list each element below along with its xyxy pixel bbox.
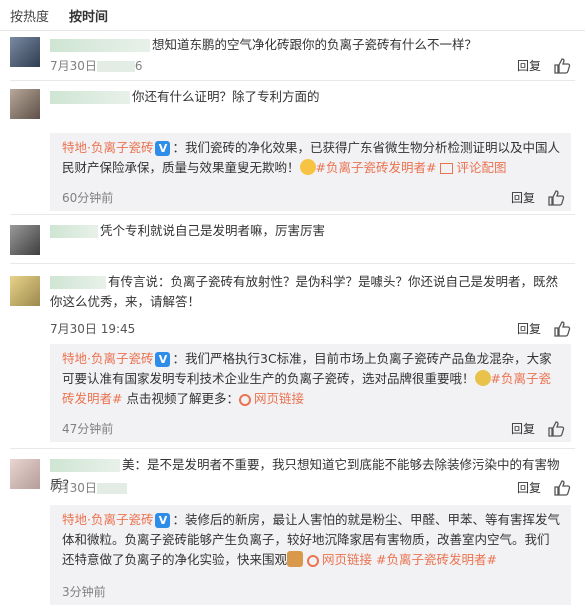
reply-button[interactable]: 回复 (517, 320, 541, 337)
author-reply: 特地·负离子瓷砖 V ：我们瓷砖的净化效果，已获得广东省微生物分析检测证明以及中国人… (50, 133, 571, 211)
link-icon (307, 555, 319, 567)
web-link[interactable]: 网页链接 (238, 391, 304, 406)
like-button[interactable] (553, 57, 571, 74)
reply-author[interactable]: 特地·负离子瓷砖 (62, 512, 153, 527)
reply-button[interactable]: 回复 (511, 189, 535, 206)
comment-text: 你还有什么证明？除了专利方面的 (132, 89, 320, 104)
username-tail: 美 (122, 457, 135, 472)
avatar[interactable] (10, 89, 40, 119)
comment-body: 有传言说：负离子瓷砖有放射性？是伪科学？是噱头？你还说自己是发明者，既然你这么优… (50, 272, 567, 312)
emoji-icon (299, 159, 316, 175)
author-reply: 特地·负离子瓷砖 V ：装修后的新房，最让人害怕的就是粉尘、甲醛、甲苯、等有害挥发气… (50, 505, 571, 605)
thumb-up-icon (548, 189, 565, 206)
comment-item: 你还有什么证明？除了专利方面的 特地·负离子瓷砖 V ：我们瓷砖的净化效果，已获得广… (0, 81, 585, 211)
comment-text: 凭个专利就说自己是发明者嘛，厉害厉害 (100, 223, 326, 238)
reply-time: 3分钟前 (62, 585, 106, 599)
thumb-up-icon (548, 420, 565, 437)
avatar[interactable] (10, 276, 40, 306)
avatar[interactable] (10, 37, 40, 67)
reply-button[interactable]: 回复 (517, 479, 541, 496)
username-blurred[interactable] (50, 459, 120, 472)
comment-body: 想知道东鹏的空气净化砖跟你的负离子瓷砖有什么不一样？ (50, 35, 567, 55)
username-blurred[interactable] (50, 276, 106, 289)
tab-by-hot[interactable]: 按热度 (10, 6, 49, 30)
avatar[interactable] (10, 459, 40, 489)
username-blurred[interactable] (50, 225, 98, 238)
comment-item: 有传言说：负离子瓷砖有放射性？是伪科学？是噱头？你还说自己是发明者，既然你这么优… (0, 264, 585, 444)
reply-time: 60分钟前 (62, 191, 114, 205)
verified-icon: V (155, 141, 171, 156)
comment-time: 7月30日 6 (50, 59, 143, 73)
author-reply: 特地·负离子瓷砖 V ：我们严格执行3C标准，目前市场上负离子瓷砖产品鱼龙混杂，大家… (50, 344, 571, 442)
like-button[interactable] (547, 189, 565, 206)
web-link[interactable]: 网页链接 (307, 552, 372, 567)
comment-text: 想知道东鹏的空气净化砖跟你的负离子瓷砖有什么不一样？ (152, 37, 478, 52)
like-button[interactable] (553, 479, 571, 496)
link-icon (238, 394, 251, 406)
verified-icon: V (155, 352, 171, 367)
tab-by-time[interactable]: 按时间 (69, 6, 108, 30)
avatar[interactable] (10, 225, 40, 255)
reply-button[interactable]: 回复 (511, 420, 535, 437)
like-button[interactable] (553, 320, 571, 337)
thumb-up-icon (554, 320, 571, 337)
comment-image-link[interactable]: 评论配图 (440, 160, 506, 175)
hashtag-link[interactable]: #负离子瓷砖发明者# (376, 552, 497, 567)
thumb-up-icon (554, 57, 571, 74)
comment-body: 美：是不是发明者不重要，我只想知道它到底能不能够去除装修污染中的有害物质？ (50, 455, 567, 495)
username-blurred[interactable] (50, 91, 130, 104)
comment-time: 7月30日 (50, 479, 127, 496)
comment-item: 美：是不是发明者不重要，我只想知道它到底能不能够去除装修污染中的有害物质？ 7月… (0, 449, 585, 616)
comment-item: 想知道东鹏的空气净化砖跟你的负离子瓷砖有什么不一样？ 7月30日 6 回复 (0, 31, 585, 81)
comment-time: 7月30日 19:45 (50, 322, 136, 336)
comment-body: 凭个专利就说自己是发明者嘛，厉害厉害 (50, 221, 567, 241)
sort-tabs: 按热度 按时间 (0, 0, 585, 31)
people-emoji-icon (287, 551, 304, 567)
reply-author[interactable]: 特地·负离子瓷砖 (62, 351, 153, 366)
reply-author[interactable]: 特地·负离子瓷砖 (62, 140, 153, 155)
like-button[interactable] (547, 420, 565, 437)
comment-item: 凭个专利就说自己是发明者嘛，厉害厉害 (0, 215, 585, 263)
image-icon (440, 163, 454, 174)
hashtag-link[interactable]: #负离子瓷砖发明者# (316, 160, 437, 175)
reply-button[interactable]: 回复 (517, 57, 541, 74)
thumb-up-icon (554, 479, 571, 496)
comment-body: 你还有什么证明？除了专利方面的 (50, 87, 567, 107)
username-blurred[interactable] (50, 39, 150, 52)
reply-time: 47分钟前 (62, 422, 114, 436)
comment-text: 有传言说：负离子瓷砖有放射性？是伪科学？是噱头？你还说自己是发明者，既然你这么优… (50, 274, 559, 309)
reply-text-extra: 点击视频了解更多： (122, 391, 239, 406)
emoji-icon (474, 370, 491, 386)
verified-icon: V (155, 513, 171, 528)
